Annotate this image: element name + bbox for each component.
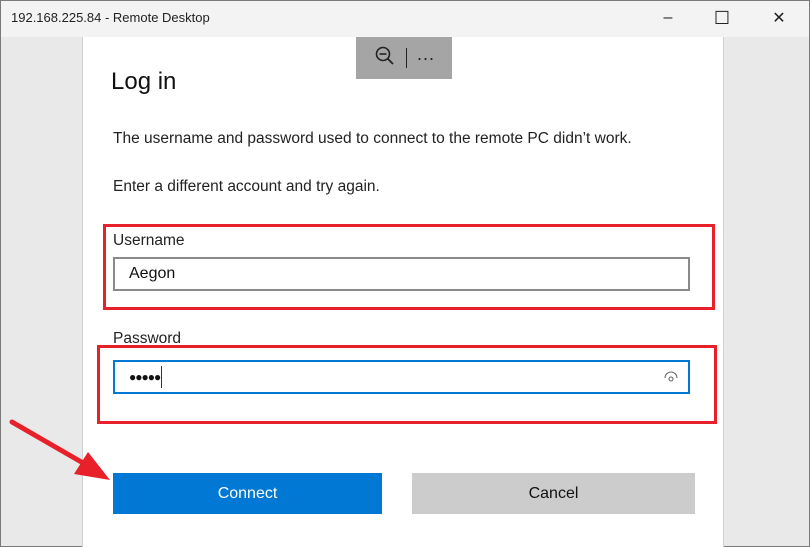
dialog-title: Log in: [111, 68, 177, 95]
session-toolbar: ···: [356, 37, 452, 79]
instruction-text: Enter a different account and try again.: [113, 178, 380, 195]
toolbar-divider: [405, 48, 407, 68]
minimize-button[interactable]: –: [645, 1, 691, 35]
close-button[interactable]: ✕: [756, 1, 802, 35]
more-options-button[interactable]: ···: [417, 48, 435, 69]
zoom-out-icon[interactable]: [374, 45, 396, 72]
window-title: 192.168.225.84 - Remote Desktop: [11, 10, 210, 25]
username-label: Username: [113, 232, 185, 249]
connect-button[interactable]: Connect: [113, 473, 382, 514]
username-value: Aegon: [129, 265, 176, 282]
reveal-password-icon[interactable]: [664, 371, 678, 386]
username-input[interactable]: Aegon: [113, 257, 690, 291]
cancel-button[interactable]: Cancel: [412, 473, 695, 514]
title-bar: 192.168.225.84 - Remote Desktop – ☐ ✕: [1, 1, 809, 37]
password-value: ●●●●●: [129, 370, 161, 384]
text-caret: [161, 366, 163, 388]
annotation-arrow: [9, 419, 110, 480]
password-input[interactable]: ●●●●●: [113, 360, 690, 394]
maximize-button[interactable]: ☐: [699, 1, 745, 35]
error-message: The username and password used to connec…: [113, 130, 632, 147]
